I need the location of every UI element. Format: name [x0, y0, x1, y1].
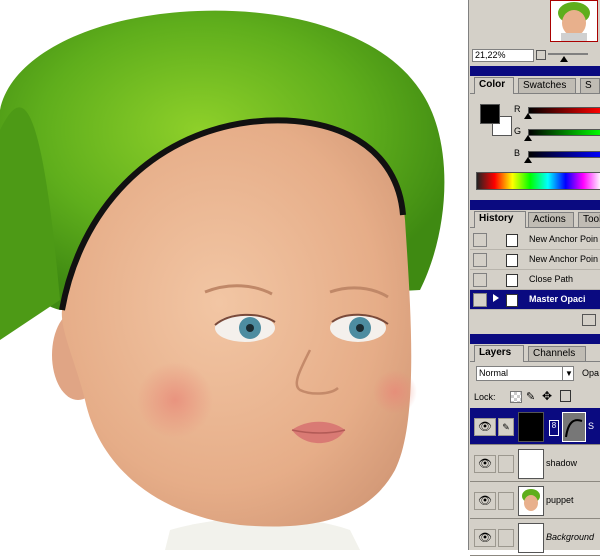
tab-history[interactable]: History — [474, 211, 526, 228]
layers-panel-titlebar[interactable] — [470, 334, 600, 344]
channel-g-label: G — [514, 126, 522, 136]
visibility-eye-icon[interactable]: 👁 — [474, 529, 496, 547]
history-item-selected[interactable]: Master Opaci — [470, 290, 600, 310]
layer-thumbnail — [518, 449, 544, 479]
lock-paint-icon[interactable]: ✎ — [526, 390, 535, 403]
channel-b-thumb-icon[interactable] — [524, 157, 532, 163]
history-item[interactable]: New Anchor Poin — [470, 230, 600, 250]
history-item-label: New Anchor Poin — [529, 254, 599, 264]
tab-tool-presets[interactable]: Tool — [578, 212, 600, 227]
history-item-label: New Anchor Poin — [529, 234, 599, 244]
history-brush-checkbox[interactable] — [473, 293, 487, 307]
history-panel-titlebar[interactable] — [470, 200, 600, 210]
navigator-panel: 21,22% — [470, 0, 600, 62]
history-item[interactable]: Close Path — [470, 270, 600, 290]
visibility-eye-icon[interactable]: 👁 — [474, 455, 496, 473]
tab-swatches[interactable]: Swatches — [518, 78, 576, 93]
zoom-slider-thumb-icon[interactable] — [560, 56, 568, 62]
history-brush-checkbox[interactable] — [473, 273, 487, 287]
blend-mode-value: Normal — [479, 368, 509, 378]
layer-row[interactable]: 👁 puppet — [470, 482, 600, 519]
tab-actions[interactable]: Actions — [528, 212, 574, 227]
brush-icon: ✎ — [498, 418, 514, 436]
history-state-icon — [506, 294, 518, 307]
blend-mode-select[interactable]: Normal — [476, 366, 574, 381]
history-state-icon — [506, 254, 518, 267]
history-item-label: Close Path — [529, 274, 574, 284]
zoom-slider[interactable] — [548, 53, 588, 55]
doll-image — [0, 10, 445, 550]
history-item[interactable]: New Anchor Poin — [470, 250, 600, 270]
lock-transparency-icon[interactable] — [510, 391, 522, 403]
lock-label: Lock: — [474, 392, 496, 402]
layer-name: S — [588, 421, 595, 431]
color-panel-titlebar[interactable] — [470, 66, 600, 76]
zoom-out-icon[interactable] — [536, 50, 546, 60]
zoom-field[interactable]: 21,22% — [472, 49, 534, 62]
opacity-label: Opa — [582, 368, 600, 378]
layer-row[interactable]: 👁 shadow — [470, 445, 600, 482]
channel-g-slider[interactable] — [528, 129, 600, 136]
vector-mask-thumbnail — [562, 412, 586, 442]
channel-b-label: B — [514, 148, 521, 158]
history-brush-checkbox[interactable] — [473, 253, 487, 267]
history-panel: History Actions Tool New Anchor Poin New… — [470, 200, 600, 328]
color-panel: Color Swatches S R G B — [470, 66, 600, 194]
history-brush-checkbox[interactable] — [473, 233, 487, 247]
tab-channels[interactable]: Channels — [528, 346, 586, 361]
layer-fill-thumbnail — [518, 412, 544, 442]
link-slot[interactable] — [498, 529, 514, 547]
tab-layers[interactable]: Layers — [474, 345, 524, 362]
layer-thumbnail — [518, 523, 544, 553]
palette-dock: 21,22% Color Swatches S R G B History Ac… — [468, 0, 600, 556]
navigator-thumbnail — [558, 2, 590, 41]
channel-g-thumb-icon[interactable] — [524, 135, 532, 141]
lock-all-icon[interactable] — [560, 390, 571, 402]
visibility-eye-icon[interactable]: 👁 — [474, 418, 496, 436]
chain-link-icon: 8 — [549, 420, 559, 436]
link-slot[interactable] — [498, 492, 514, 510]
tab-color[interactable]: Color — [474, 77, 514, 94]
channel-r-thumb-icon[interactable] — [524, 113, 532, 119]
tab-styles[interactable]: S — [580, 78, 600, 93]
channel-r-slider[interactable] — [528, 107, 600, 114]
document-canvas[interactable] — [0, 0, 468, 550]
layer-row[interactable]: 👁 Background — [470, 519, 600, 556]
trash-icon[interactable] — [582, 314, 596, 326]
visibility-eye-icon[interactable]: 👁 — [474, 492, 496, 510]
history-state-icon — [506, 274, 518, 287]
history-state-icon — [506, 234, 518, 247]
layer-thumbnail — [518, 486, 544, 516]
layer-name: puppet — [546, 495, 574, 505]
channel-r-label: R — [514, 104, 521, 114]
navigator-preview[interactable] — [550, 0, 598, 42]
chevron-down-icon[interactable]: ▼ — [562, 367, 575, 380]
layer-row-active[interactable]: 👁 ✎ 8 S — [470, 408, 600, 445]
lock-move-icon[interactable]: ✥ — [542, 389, 552, 403]
link-slot[interactable] — [498, 455, 514, 473]
channel-b-slider[interactable] — [528, 151, 600, 158]
foreground-color-swatch[interactable] — [480, 104, 500, 124]
color-ramp[interactable] — [476, 172, 600, 190]
history-state-arrow-icon — [493, 294, 499, 302]
layers-panel: Layers Channels Normal ▼ Opa Lock: ✎ ✥ 👁… — [470, 334, 600, 556]
layer-name: shadow — [546, 458, 578, 468]
history-item-label: Master Opaci — [529, 294, 586, 304]
